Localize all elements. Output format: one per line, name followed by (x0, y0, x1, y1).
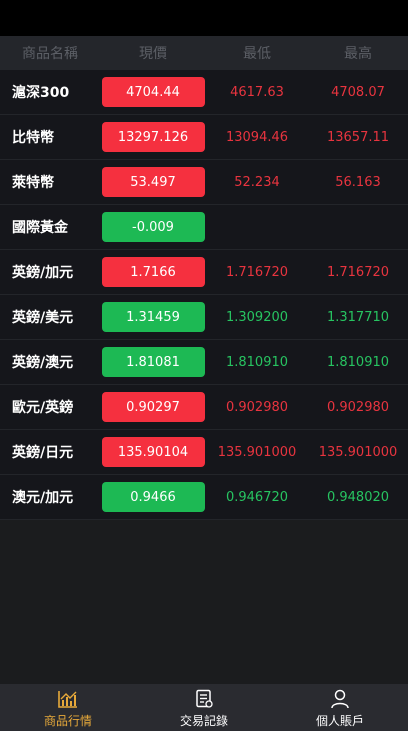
product-name: 英鎊/日元 (12, 445, 74, 461)
status-bar-area (0, 0, 408, 36)
bottom-tab-bar: 商品行情 交易記錄 個人賬戶 (0, 684, 408, 731)
high-value: 135.901000 (318, 444, 398, 460)
quote-row[interactable]: 澳元/加元 0.9466 0.946720 0.948020 (0, 475, 408, 520)
product-name: 歐元/英鎊 (12, 400, 74, 416)
low-value: 135.901000 (217, 444, 297, 460)
high-value: 1.810910 (326, 354, 390, 370)
quote-row[interactable]: 英鎊/日元 135.90104 135.901000 135.901000 (0, 430, 408, 475)
product-name: 國際黃金 (12, 220, 68, 236)
quote-row[interactable]: 萊特幣 53.497 52.234 56.163 (0, 160, 408, 205)
low-value: 0.902980 (225, 399, 289, 415)
price-button[interactable]: 13297.126 (101, 122, 205, 152)
low-value: 13094.46 (225, 129, 289, 145)
price-button[interactable]: 0.90297 (101, 392, 205, 422)
document-icon (196, 689, 213, 708)
product-name: 澳元/加元 (12, 490, 74, 506)
header-low: 最低 (243, 46, 271, 62)
chart-icon (58, 690, 77, 708)
price-button[interactable]: 1.81081 (101, 347, 205, 377)
high-value: 1.317710 (326, 309, 390, 325)
tab-label: 商品行情 (43, 713, 92, 728)
quote-row[interactable]: 滬深300 4704.44 4617.63 4708.07 (0, 70, 408, 115)
tab-market[interactable]: 商品行情 (0, 684, 136, 731)
high-value: 0.948020 (326, 489, 390, 505)
product-name: 英鎊/澳元 (12, 355, 74, 371)
low-value: 1.810910 (225, 354, 289, 370)
tab-account[interactable]: 個人賬戶 (272, 684, 408, 731)
tab-records[interactable]: 交易記錄 (136, 684, 272, 731)
price-button[interactable]: 53.497 (101, 167, 205, 197)
low-value: 4617.63 (230, 84, 284, 100)
price-button[interactable]: 135.90104 (101, 437, 205, 467)
low-value: 1.716720 (225, 264, 289, 280)
high-value: 1.716720 (326, 264, 390, 280)
high-value: 4708.07 (331, 84, 385, 100)
high-value: 56.163 (335, 174, 381, 190)
price-button[interactable]: 1.7166 (101, 257, 205, 287)
low-value: 1.309200 (225, 309, 289, 325)
quote-row[interactable]: 英鎊/澳元 1.81081 1.810910 1.810910 (0, 340, 408, 385)
tab-label: 個人賬戶 (315, 713, 364, 728)
header-price: 現價 (139, 46, 167, 62)
product-name: 英鎊/美元 (12, 310, 74, 326)
quote-row[interactable]: 英鎊/美元 1.31459 1.309200 1.317710 (0, 295, 408, 340)
high-value: 13657.11 (326, 129, 390, 145)
header-name: 商品名稱 (22, 46, 78, 62)
quote-row[interactable]: 國際黃金 -0.009 (0, 205, 408, 250)
price-button[interactable]: 0.9466 (101, 482, 205, 512)
price-button[interactable]: 1.31459 (101, 302, 205, 332)
product-name: 滬深300 (12, 85, 70, 101)
price-button[interactable]: -0.009 (101, 212, 205, 242)
product-name: 英鎊/加元 (12, 265, 74, 281)
tab-label: 交易記錄 (179, 713, 228, 728)
table-header: 商品名稱 現價 最低 最高 (0, 36, 408, 70)
low-value: 52.234 (234, 174, 280, 190)
quote-list: 滬深300 4704.44 4617.63 4708.07 比特幣 13297.… (0, 70, 408, 520)
quote-row[interactable]: 比特幣 13297.126 13094.46 13657.11 (0, 115, 408, 160)
product-name: 比特幣 (12, 130, 54, 146)
quote-row[interactable]: 歐元/英鎊 0.90297 0.902980 0.902980 (0, 385, 408, 430)
high-value: 0.902980 (326, 399, 390, 415)
user-icon (331, 689, 349, 708)
product-name: 萊特幣 (12, 175, 54, 191)
low-value: 0.946720 (225, 489, 289, 505)
header-high: 最高 (344, 46, 372, 62)
quote-row[interactable]: 英鎊/加元 1.7166 1.716720 1.716720 (0, 250, 408, 295)
price-button[interactable]: 4704.44 (101, 77, 205, 107)
